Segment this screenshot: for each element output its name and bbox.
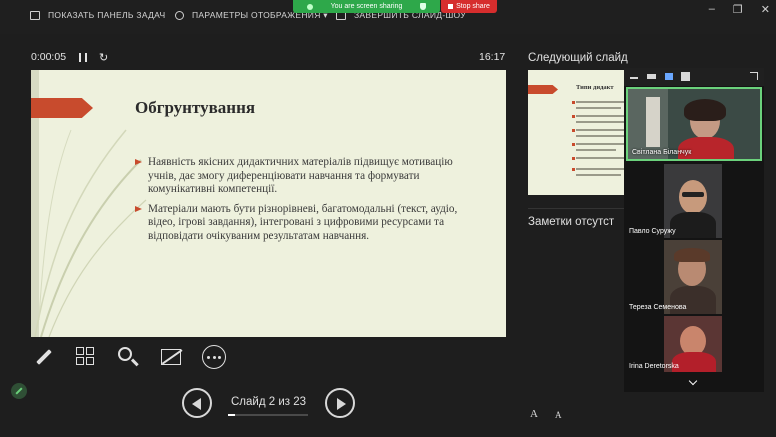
slide-progress-fill bbox=[228, 414, 235, 416]
shield-icon bbox=[420, 3, 427, 10]
slide-title-arrow bbox=[31, 98, 93, 118]
video-participants-panel: Світлана Біланчук Павло Суружу Тереза Се… bbox=[624, 68, 764, 392]
pen-icon bbox=[36, 349, 52, 365]
slide-body: Наявність якісних дидактичних матеріалів… bbox=[135, 156, 480, 249]
more-options-button[interactable] bbox=[201, 344, 227, 370]
elapsed-timer: 0:00:05 bbox=[31, 51, 67, 63]
glasses-icon bbox=[682, 192, 704, 197]
next-slide-label: Следующий слайд bbox=[528, 52, 628, 64]
screen-sharing-banner[interactable]: You are screen sharing bbox=[293, 0, 440, 13]
slide-bullet: Наявність якісних дидактичних матеріалів… bbox=[135, 156, 480, 197]
pen-tool-button[interactable] bbox=[31, 344, 57, 370]
all-slides-icon bbox=[76, 347, 96, 367]
magnifier-icon bbox=[118, 347, 132, 361]
chevron-down-icon[interactable] bbox=[688, 376, 698, 386]
minimize-video-icon[interactable] bbox=[630, 77, 638, 79]
video-tile-active-speaker[interactable]: Світлана Біланчук bbox=[626, 87, 762, 161]
current-slide[interactable]: Обгрунтування Наявність якісних дидактич… bbox=[31, 70, 506, 337]
current-time: 16:17 bbox=[479, 51, 506, 63]
participant-name: Павло Суружу bbox=[629, 228, 676, 235]
video-tile[interactable] bbox=[664, 240, 722, 314]
window-controls: – ❐ ✕ bbox=[709, 3, 770, 16]
participant-hair bbox=[684, 99, 726, 121]
slide-progress-bar bbox=[228, 414, 308, 416]
edit-pencil-icon[interactable] bbox=[11, 383, 27, 399]
strip-view-icon[interactable] bbox=[665, 73, 673, 80]
black-screen-button[interactable] bbox=[158, 344, 184, 370]
screen-sharing-status: You are screen sharing bbox=[330, 3, 403, 10]
pause-timer-icon[interactable] bbox=[79, 53, 87, 62]
next-slide-preview[interactable]: Типи дидакт bbox=[528, 70, 636, 195]
reset-timer-icon[interactable]: ↻ bbox=[99, 51, 108, 64]
panel-divider bbox=[528, 208, 628, 209]
stop-icon bbox=[448, 4, 454, 9]
stop-share-button[interactable]: Stop share bbox=[441, 0, 497, 13]
next-slide-button[interactable] bbox=[325, 388, 355, 418]
taskbar-icon bbox=[30, 10, 40, 20]
previous-slide-button[interactable] bbox=[182, 388, 212, 418]
slide-bullet: Матеріали мають бути різнорівневі, багат… bbox=[135, 203, 480, 244]
expand-icon[interactable] bbox=[750, 72, 758, 80]
video-panel-toolbar bbox=[624, 68, 764, 86]
restore-icon[interactable]: ❐ bbox=[733, 3, 743, 16]
participant-name: Irina Deretorska bbox=[629, 363, 679, 370]
participant-name: Світлана Біланчук bbox=[632, 149, 692, 156]
black-screen-icon bbox=[161, 349, 181, 365]
show-taskbar-label: ПОКАЗАТЬ ПАНЕЛЬ ЗАДАЧ bbox=[48, 10, 166, 20]
stop-share-label: Stop share bbox=[456, 3, 490, 10]
speaker-view-icon[interactable] bbox=[647, 74, 656, 79]
decrease-font-button[interactable]: A bbox=[555, 410, 562, 420]
increase-font-button[interactable]: A bbox=[530, 408, 538, 420]
next-slide-title: Типи дидакт bbox=[576, 84, 614, 91]
next-slide-arrow bbox=[528, 85, 558, 94]
notes-label: Заметки отсутст bbox=[528, 216, 615, 228]
minimize-icon[interactable]: – bbox=[709, 3, 715, 16]
slide-title: Обгрунтування bbox=[135, 98, 256, 117]
sharing-indicator-icon bbox=[306, 3, 313, 10]
show-taskbar-button[interactable]: ПОКАЗАТЬ ПАНЕЛЬ ЗАДАЧ bbox=[30, 10, 165, 20]
close-icon[interactable]: ✕ bbox=[761, 3, 770, 16]
participant-face bbox=[679, 180, 707, 214]
more-options-icon bbox=[202, 345, 226, 369]
zoom-button[interactable] bbox=[115, 344, 141, 370]
participant-name: Тереза Семенова bbox=[629, 304, 687, 311]
video-tile[interactable] bbox=[664, 164, 722, 238]
slide-counter[interactable]: Слайд 2 из 23 bbox=[216, 396, 321, 408]
see-all-slides-button[interactable] bbox=[73, 344, 99, 370]
display-settings-icon bbox=[175, 11, 184, 20]
gallery-view-icon[interactable] bbox=[681, 72, 690, 81]
